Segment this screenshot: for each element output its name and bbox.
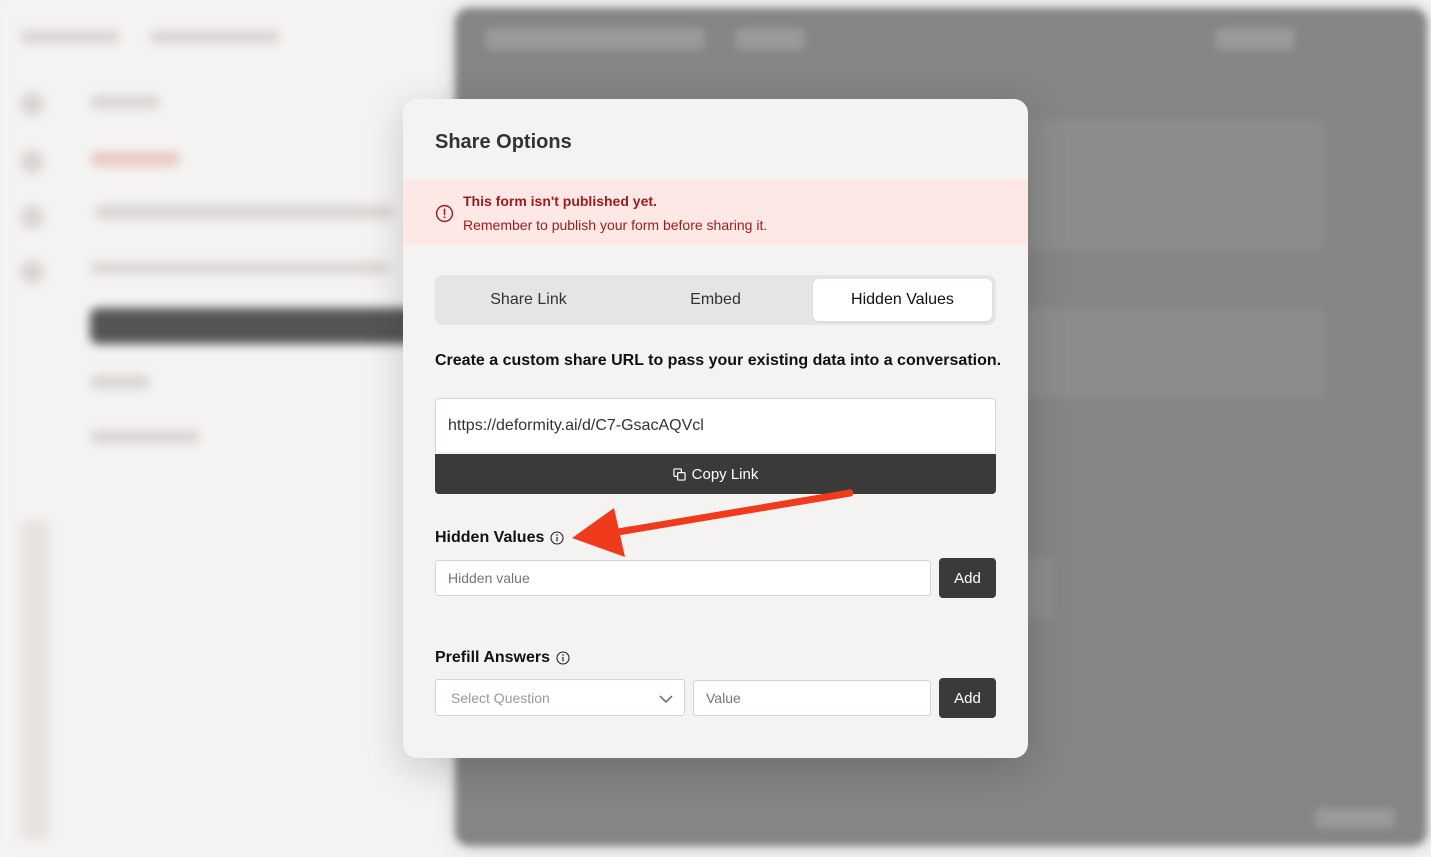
- tab-embed[interactable]: Embed: [626, 279, 805, 321]
- tab-share-link[interactable]: Share Link: [439, 279, 618, 321]
- alert-message: Remember to publish your form before sha…: [463, 217, 768, 233]
- share-url-field[interactable]: https://deformity.ai/d/C7-GsacAQVcl: [435, 398, 996, 452]
- copy-link-button[interactable]: Copy Link: [435, 454, 996, 494]
- add-prefill-answer-button[interactable]: Add: [939, 678, 996, 718]
- info-icon[interactable]: [550, 531, 564, 545]
- copy-link-label: Copy Link: [691, 465, 759, 483]
- prefill-value-input[interactable]: [693, 680, 931, 716]
- share-tabs: Share Link Embed Hidden Values: [435, 275, 996, 325]
- chevron-down-icon: [659, 695, 673, 704]
- hidden-values-label: Hidden Values: [435, 529, 545, 546]
- select-question-placeholder: Select Question: [451, 689, 550, 706]
- modal-title: Share Options: [435, 131, 572, 153]
- share-options-modal: Share Options This form isn't published …: [403, 99, 1028, 758]
- info-icon[interactable]: [556, 651, 570, 665]
- hidden-values-description: Create a custom share URL to pass your e…: [435, 352, 1002, 369]
- prefill-answers-heading: Prefill Answers: [435, 649, 570, 667]
- add-hidden-value-button[interactable]: Add: [939, 558, 996, 598]
- copy-icon: [672, 467, 686, 481]
- prefill-answers-label: Prefill Answers: [435, 649, 551, 666]
- tab-hidden-values[interactable]: Hidden Values: [813, 279, 992, 321]
- hidden-values-heading: Hidden Values: [435, 529, 564, 547]
- select-question-dropdown[interactable]: Select Question: [435, 679, 685, 716]
- alert-title: This form isn't published yet.: [463, 193, 657, 209]
- background-app-sidebar: [0, 0, 470, 857]
- unpublished-alert: This form isn't published yet. Remember …: [403, 179, 1028, 245]
- hidden-value-input[interactable]: [435, 560, 931, 596]
- info-circle-icon: [435, 204, 454, 223]
